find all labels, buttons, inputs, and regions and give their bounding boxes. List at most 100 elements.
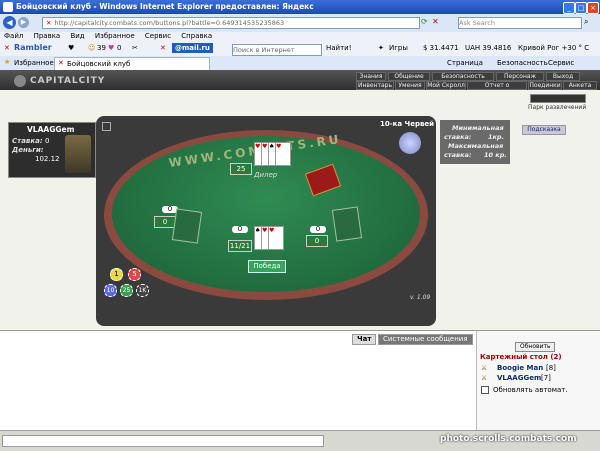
back-button[interactable]: ◀ — [3, 16, 16, 29]
user-level-1: [8] — [546, 364, 556, 372]
usd-rate[interactable]: $ 31.4471 — [423, 44, 459, 52]
min-stake-label: Минимальная — [452, 124, 504, 132]
max-stake-label-2: ставка: — [444, 151, 472, 159]
park-indicator — [530, 94, 586, 103]
url-text: http://capitalcity.combats.com/buttons.p… — [54, 19, 285, 27]
nav-skills[interactable]: Умения — [395, 81, 425, 90]
player-card: VLAAGGem Ставка: 0 Деньги: 102.12 — [8, 122, 96, 178]
min-stake-label-2: ставка: — [444, 133, 472, 141]
menu-file[interactable]: Файл — [4, 32, 23, 40]
menu-bar: Файл Правка Вид Избранное Сервис Справка — [0, 32, 600, 42]
address-input[interactable]: ✕ http://capitalcity.combats.com/buttons.… — [42, 17, 420, 29]
refresh-button[interactable]: Обновить — [515, 342, 556, 352]
right-bet: 0 — [310, 226, 326, 233]
address-row: ◀ ▶ ✕ http://capitalcity.combats.com/butt… — [0, 14, 600, 33]
menu-edit[interactable]: Правка — [34, 32, 61, 40]
search-input[interactable]: Ask Search — [458, 17, 582, 29]
favorites-button[interactable]: Избранное — [14, 59, 54, 67]
chip-5[interactable]: 5 — [128, 268, 141, 281]
right-seat-slot[interactable] — [331, 206, 363, 242]
nav-battles[interactable]: Поединки — [528, 81, 562, 90]
counter-1[interactable]: 39 — [97, 44, 106, 52]
page-menu[interactable]: Страница — [447, 59, 483, 67]
window-title: Бойцовский клуб - Windows Internet Explo… — [16, 2, 314, 11]
stop-icon[interactable]: ✕ — [432, 17, 439, 26]
table-menu-icon[interactable] — [102, 122, 111, 131]
internet-search-placeholder: Поиск в Интернет — [233, 46, 295, 54]
nav-security[interactable]: Безопасность — [432, 72, 494, 81]
park-link[interactable]: Парк развлечений — [528, 104, 586, 111]
favorites-star-icon[interactable]: ★ — [4, 58, 10, 66]
favorites-row: ★ Избранное ✕ Бойцовский клуб Страница Б… — [0, 56, 600, 71]
chat-area: Чат Системные сообщения Обновить Картежн… — [0, 330, 600, 431]
tab-chat[interactable]: Чат — [352, 334, 377, 345]
counter-2[interactable]: 0 — [117, 44, 121, 52]
browser-tab[interactable]: ✕ Бойцовский клуб — [54, 57, 210, 71]
internet-search-input[interactable]: Поиск в Интернет — [232, 44, 322, 56]
mailru-close-icon[interactable]: ✕ — [160, 44, 166, 52]
nav-communication[interactable]: Общение — [388, 72, 430, 81]
nav-inventory[interactable]: Инвентарь — [356, 81, 394, 90]
toolbar-close-icon[interactable]: ✕ — [4, 44, 10, 52]
search-icon[interactable]: ⌕ — [584, 17, 588, 27]
chat-input[interactable] — [2, 435, 324, 447]
user-level-2: [7] — [541, 374, 551, 382]
dealer-label: Дилер — [254, 171, 278, 179]
user-name-2[interactable]: VLAAGGem — [497, 374, 541, 382]
ie-icon — [3, 2, 13, 12]
tools-menu[interactable]: Сервис — [548, 59, 574, 67]
nav-character[interactable]: Персонаж — [496, 72, 544, 81]
center-score: 11/21 — [228, 240, 252, 252]
right-score: 0 — [306, 235, 328, 247]
rambler-heart-icon: ♥ — [68, 44, 75, 52]
dealer-card-4: ♥ — [275, 142, 291, 166]
nav-knowledge[interactable]: Знания — [356, 72, 386, 81]
weather[interactable]: Кривой Рог +30 ° C — [518, 44, 589, 52]
menu-tools[interactable]: Сервис — [145, 32, 171, 40]
rambler-logo[interactable]: Rambler — [14, 43, 52, 52]
watermark: photo.scrolls.combats.com — [440, 434, 577, 444]
nav-exit[interactable]: Выход — [546, 72, 580, 81]
min-stake-value: 1кр. — [488, 133, 505, 141]
stake-label: Ставка: — [12, 137, 43, 145]
mailru-logo[interactable]: @mail.ru — [172, 43, 213, 53]
bell-icon[interactable] — [399, 132, 421, 154]
chip-25[interactable]: 25 — [120, 284, 133, 297]
dealer-score: 25 — [230, 163, 252, 175]
security-menu[interactable]: Безопасность — [497, 59, 548, 67]
hint-button[interactable]: Подсказка — [522, 125, 566, 135]
close-button[interactable]: × — [587, 2, 599, 14]
tab-label: Бойцовский клуб — [67, 60, 131, 68]
chip-10[interactable]: 10 — [104, 284, 117, 297]
menu-help[interactable]: Справка — [181, 32, 212, 40]
forward-button[interactable]: ▶ — [18, 17, 29, 28]
nav-transfers[interactable]: Отчет о переводах — [467, 81, 527, 96]
minimize-button[interactable]: _ — [563, 2, 575, 14]
auto-refresh-checkbox[interactable] — [481, 386, 489, 394]
left-seat-slot[interactable] — [171, 208, 203, 244]
menu-favorites[interactable]: Избранное — [95, 32, 135, 40]
logo-emblem-icon — [14, 75, 26, 87]
version-label: v. 1.09 — [410, 294, 431, 301]
tab-system-messages[interactable]: Системные сообщения — [378, 334, 473, 345]
find-button[interactable]: Найти! — [326, 44, 352, 52]
max-stake-label: Максимальная — [448, 142, 504, 150]
menu-view[interactable]: Вид — [70, 32, 84, 40]
win-label: Победа — [248, 260, 286, 273]
game-logo: CAPITALCITY — [30, 76, 106, 86]
nav-profile[interactable]: Анкета — [563, 81, 597, 90]
nav-my-scroll[interactable]: Мой Скролл — [426, 81, 466, 90]
user-name-1[interactable]: Boogie Man — [497, 364, 543, 372]
chip-1[interactable]: 1 — [110, 268, 123, 281]
uah-rate[interactable]: UAH 39.4816 — [465, 44, 511, 52]
games-link[interactable]: Игры — [389, 44, 408, 52]
player-name[interactable]: VLAAGGem — [27, 125, 74, 134]
maximize-button[interactable]: □ — [575, 2, 587, 14]
refresh-icon[interactable]: ⟳ — [421, 17, 428, 26]
tools-icon[interactable]: ✂ — [132, 44, 138, 52]
avatar[interactable] — [65, 135, 91, 173]
chip-1k[interactable]: 1K — [136, 284, 149, 297]
search-placeholder: Ask Search — [459, 19, 495, 27]
player-card-3: ♥ — [268, 226, 284, 250]
smile-icon: ☺ — [88, 44, 96, 52]
